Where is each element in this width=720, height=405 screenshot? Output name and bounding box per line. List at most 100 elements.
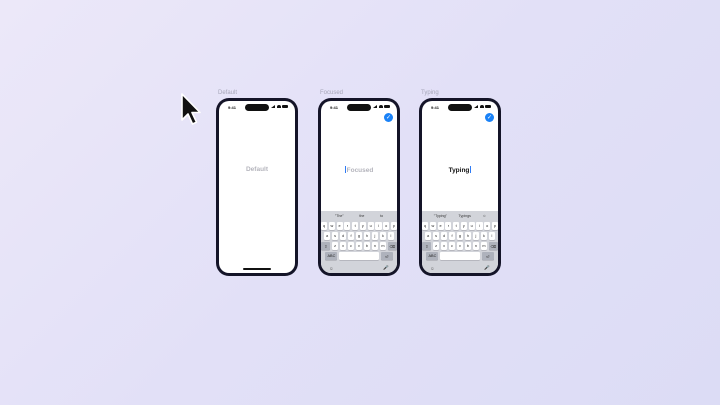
key[interactable]: w [429, 222, 436, 230]
status-icons [271, 105, 288, 108]
key[interactable]: x [440, 242, 448, 250]
space-key[interactable] [440, 252, 480, 260]
key[interactable]: v [355, 242, 363, 250]
key[interactable]: a [323, 232, 331, 240]
phone-screen: 9:41 Default [219, 101, 295, 273]
key-row-2: a s d f g h j k l [422, 232, 498, 240]
key-row-3: ⇧ z x c v b n m ⌫ [422, 242, 498, 250]
key[interactable]: k [379, 232, 387, 240]
suggestion-item[interactable]: the [359, 214, 364, 218]
key[interactable]: d [339, 232, 347, 240]
key[interactable]: v [456, 242, 464, 250]
key[interactable]: o [383, 222, 390, 230]
key[interactable]: w [328, 222, 335, 230]
key[interactable]: z [432, 242, 440, 250]
delete-key[interactable]: ⌫ [488, 242, 498, 250]
suggestion-item[interactable]: Typings [459, 214, 471, 218]
key[interactable]: z [331, 242, 339, 250]
done-button[interactable]: ✓ [485, 113, 494, 122]
suggestion-item[interactable]: "The" [335, 214, 344, 218]
key[interactable]: h [363, 232, 371, 240]
key[interactable]: m [480, 242, 488, 250]
text-field[interactable]: Typing [422, 166, 498, 174]
key[interactable]: c [448, 242, 456, 250]
keyboard: "Typing" Typings ☺ q w e r t y u i o p a… [422, 211, 498, 273]
key[interactable]: t [453, 222, 460, 230]
key[interactable]: u [468, 222, 475, 230]
shift-key[interactable]: ⇧ [422, 242, 432, 250]
key[interactable]: b [363, 242, 371, 250]
key[interactable]: y [460, 222, 467, 230]
space-key[interactable] [339, 252, 379, 260]
key[interactable]: c [347, 242, 355, 250]
status-icons [373, 105, 390, 108]
wifi-icon [276, 105, 281, 108]
key[interactable]: u [367, 222, 374, 230]
mic-icon[interactable]: 🎤 [383, 265, 389, 271]
key[interactable]: r [445, 222, 452, 230]
battery-icon [282, 105, 288, 108]
key[interactable]: p [491, 222, 498, 230]
status-time: 9:41 [228, 105, 237, 110]
text-field[interactable]: Focused [321, 166, 397, 174]
return-key[interactable]: ⏎ [481, 252, 494, 260]
suggestion-item[interactable]: to [380, 214, 383, 218]
key-row-3: ⇧ z x c v b n m ⌫ [321, 242, 397, 250]
suggestion-item[interactable]: "Typing" [434, 214, 447, 218]
key[interactable]: q [321, 222, 328, 230]
key[interactable]: e [336, 222, 343, 230]
phone-typing: 9:41 ✓ Typing "Typing" Typings ☺ q w e r… [419, 98, 501, 276]
emoji-icon[interactable]: ☺ [430, 266, 435, 271]
key[interactable]: f [448, 232, 456, 240]
key[interactable]: i [476, 222, 483, 230]
numbers-key[interactable]: ABC [426, 252, 439, 260]
signal-icon [271, 105, 275, 108]
key-row-1: q w e r t y u i o p [422, 222, 498, 230]
numbers-key[interactable]: ABC [325, 252, 338, 260]
key[interactable]: x [339, 242, 347, 250]
key[interactable]: l [488, 232, 496, 240]
delete-key[interactable]: ⌫ [387, 242, 397, 250]
key[interactable]: k [480, 232, 488, 240]
placeholder-text: Focused [346, 167, 374, 174]
key[interactable]: n [472, 242, 480, 250]
home-indicator [243, 268, 271, 270]
key[interactable]: f [347, 232, 355, 240]
key[interactable]: i [375, 222, 382, 230]
key-row-4: ABC ⏎ [422, 252, 498, 260]
key[interactable]: e [437, 222, 444, 230]
text-field[interactable]: Default [219, 166, 295, 173]
shift-icon: ⇧ [425, 244, 429, 249]
key[interactable]: b [464, 242, 472, 250]
suggestion-item[interactable]: ☺ [483, 214, 487, 218]
key[interactable]: s [331, 232, 339, 240]
key[interactable]: l [387, 232, 395, 240]
key[interactable]: p [390, 222, 397, 230]
dynamic-island [347, 104, 371, 111]
key[interactable]: m [379, 242, 387, 250]
key[interactable]: n [371, 242, 379, 250]
key[interactable]: g [355, 232, 363, 240]
key[interactable]: a [424, 232, 432, 240]
checkmark-icon: ✓ [486, 114, 493, 121]
key[interactable]: h [464, 232, 472, 240]
done-button[interactable]: ✓ [384, 113, 393, 122]
key[interactable]: j [472, 232, 480, 240]
key[interactable]: r [344, 222, 351, 230]
emoji-icon[interactable]: ☺ [329, 266, 334, 271]
key[interactable]: d [440, 232, 448, 240]
return-key[interactable]: ⏎ [380, 252, 393, 260]
key[interactable]: t [352, 222, 359, 230]
frame-label-default: Default [218, 90, 238, 96]
keyboard-bottom-bar: ☺ 🎤 [422, 265, 498, 271]
delete-icon: ⌫ [389, 244, 395, 249]
frame-label-focused: Focused [320, 90, 344, 96]
key[interactable]: y [359, 222, 366, 230]
shift-key[interactable]: ⇧ [321, 242, 331, 250]
key[interactable]: s [432, 232, 440, 240]
key[interactable]: o [484, 222, 491, 230]
key[interactable]: q [422, 222, 429, 230]
key[interactable]: j [371, 232, 379, 240]
key[interactable]: g [456, 232, 464, 240]
mic-icon[interactable]: 🎤 [484, 265, 490, 271]
